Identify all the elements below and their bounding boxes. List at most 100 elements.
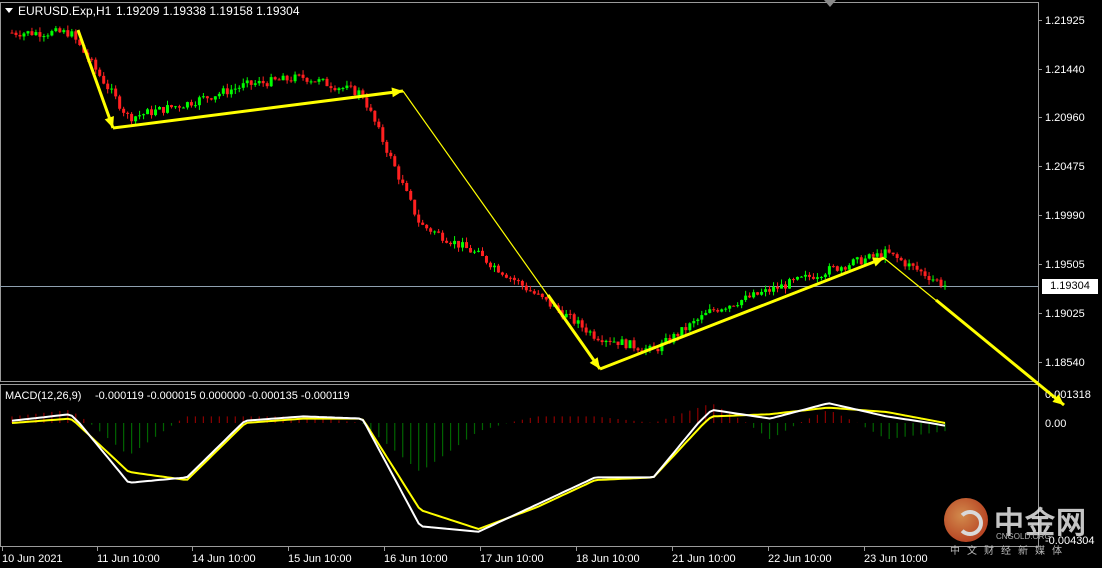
- candle-body: [536, 293, 540, 295]
- candle-body: [564, 313, 568, 318]
- time-label: 17 Jun 10:00: [480, 553, 544, 565]
- candle-body: [600, 340, 604, 343]
- candle-body: [405, 182, 409, 191]
- candle-body: [277, 79, 281, 81]
- candle-body: [692, 321, 696, 324]
- candle-body: [138, 115, 142, 117]
- candle-body: [377, 121, 381, 128]
- candle-body: [154, 109, 158, 116]
- candle-body: [373, 110, 377, 122]
- candle-body: [329, 86, 333, 89]
- chart-canvas[interactable]: EURUSD.Exp,H1 1.19209 1.19338 1.19158 1.…: [0, 0, 1102, 568]
- candle-body: [173, 106, 177, 108]
- candle-body: [887, 249, 891, 253]
- candle-body: [118, 96, 122, 109]
- candle-body: [496, 265, 500, 273]
- time-label: 15 Jun 10:00: [288, 553, 352, 565]
- time-label: 10 Jun 2021: [2, 553, 63, 565]
- candle-body: [512, 277, 516, 281]
- candle-body: [477, 250, 480, 252]
- candle-body: [628, 340, 632, 349]
- candle-body: [716, 310, 720, 312]
- candle-body: [385, 141, 389, 153]
- candle-body: [596, 338, 600, 341]
- macd-title: MACD(12,26,9): [5, 390, 81, 402]
- candle-body: [417, 214, 421, 223]
- candle-body: [831, 266, 835, 268]
- candle-body: [795, 276, 799, 280]
- candle-body: [568, 313, 572, 315]
- candle-body: [696, 319, 700, 322]
- candle-body: [449, 242, 453, 245]
- candle-body: [126, 112, 130, 114]
- candle-body: [704, 312, 708, 316]
- watermark-site: CNGOLD.ORG: [996, 532, 1051, 541]
- candle-body: [656, 349, 660, 352]
- candle-body: [177, 106, 181, 108]
- price-tick-label: 1.21440: [1045, 64, 1085, 76]
- candle-body: [768, 289, 772, 292]
- candle-body: [532, 291, 536, 294]
- candle-body: [839, 267, 843, 271]
- candle-body: [381, 127, 385, 142]
- candle-body: [508, 277, 512, 279]
- candle-body: [915, 265, 919, 270]
- candle-body: [520, 280, 524, 286]
- candle-body: [213, 96, 217, 100]
- candle-body: [524, 285, 528, 291]
- candle-body: [469, 248, 473, 253]
- candle-body: [305, 77, 309, 82]
- candle-body: [919, 269, 923, 272]
- candle-body: [584, 327, 588, 333]
- candle-body: [409, 190, 413, 200]
- candle-body: [847, 265, 851, 270]
- candle-body: [166, 105, 169, 113]
- candle-body: [122, 108, 126, 113]
- candle-body: [680, 327, 684, 337]
- candle-body: [441, 232, 445, 241]
- candle-body: [676, 334, 680, 337]
- candle-body: [784, 284, 788, 289]
- candle-body: [90, 58, 94, 60]
- candle-body: [851, 259, 855, 266]
- current-price-tag: 1.19304: [1042, 279, 1098, 294]
- candle-body: [576, 320, 580, 324]
- candle-body: [445, 240, 449, 243]
- candle-body: [624, 339, 628, 349]
- candle-body: [544, 297, 548, 300]
- candle-body: [257, 80, 261, 84]
- candle-body: [337, 88, 341, 91]
- candle-body: [492, 265, 496, 268]
- candle-body: [158, 106, 162, 110]
- time-label: 16 Jun 10:00: [384, 553, 448, 565]
- candle-body: [253, 83, 257, 85]
- candle-body: [473, 251, 477, 253]
- candle-body: [110, 88, 114, 90]
- candle-body: [369, 107, 373, 111]
- candle-body: [58, 28, 62, 33]
- candle-body: [193, 105, 197, 107]
- candle-body: [736, 305, 740, 307]
- candle-body: [724, 308, 728, 310]
- candle-body: [843, 267, 847, 270]
- candle-body: [245, 80, 249, 84]
- candle-body: [209, 98, 213, 100]
- candle-body: [397, 166, 401, 180]
- candle-body: [273, 77, 277, 80]
- candle-body: [943, 285, 947, 287]
- candle-body: [34, 32, 38, 36]
- time-label: 23 Jun 10:00: [864, 553, 928, 565]
- candle-body: [453, 240, 457, 245]
- candle-body: [114, 88, 118, 97]
- candle-body: [389, 152, 393, 157]
- candle-body: [317, 79, 321, 82]
- candle-body: [14, 32, 18, 35]
- candle-body: [632, 340, 636, 349]
- candle-body: [62, 30, 66, 33]
- candle-body: [516, 280, 520, 282]
- candle-body: [684, 327, 688, 331]
- ohlc-label: 1.19209 1.19338 1.19158 1.19304: [116, 4, 300, 18]
- candle-body: [225, 88, 229, 95]
- candle-body: [297, 74, 301, 76]
- candle-body: [345, 85, 349, 89]
